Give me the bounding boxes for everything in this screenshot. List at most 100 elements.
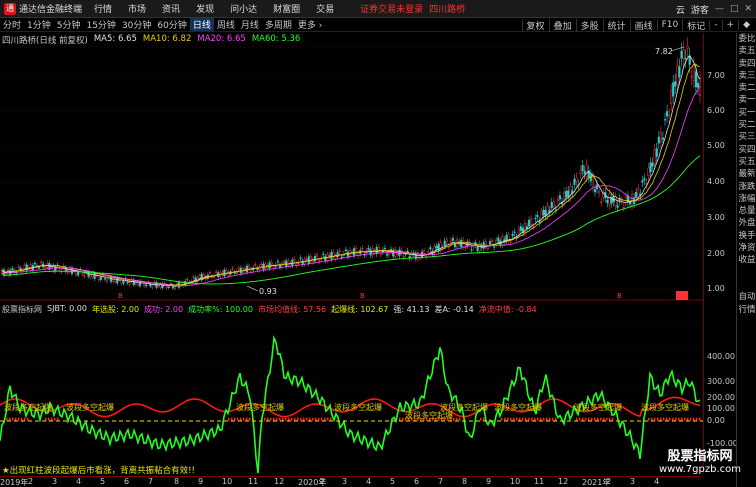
buy4-label: 买四 bbox=[738, 144, 756, 155]
candle-body bbox=[270, 261, 273, 265]
date-tick: 11 bbox=[248, 477, 259, 486]
candle-body bbox=[138, 280, 142, 287]
b-marker: B bbox=[360, 292, 365, 300]
signal-bar bbox=[555, 417, 557, 421]
candle-body bbox=[245, 265, 249, 273]
quote-label[interactable]: 行情 bbox=[737, 304, 756, 316]
signal-bar bbox=[609, 417, 611, 421]
candle-body bbox=[291, 259, 294, 266]
candle-body bbox=[674, 81, 677, 87]
signal-labels: 波段多空起爆 波段多空起爆 波段多空起爆 波段多空起爆 波段多空起爆 波段多空起爆 波段多空… bbox=[4, 402, 689, 420]
candle-body bbox=[338, 250, 341, 253]
candle-body bbox=[114, 277, 117, 283]
close-button[interactable]: ✕ bbox=[744, 4, 752, 14]
signal-bar bbox=[12, 417, 14, 421]
signal-bar bbox=[510, 417, 512, 421]
signal-bar bbox=[240, 417, 242, 421]
candle-body bbox=[655, 148, 658, 157]
ind-legend-6: 起爆线: 102.67 bbox=[331, 305, 389, 314]
signal-bar bbox=[690, 417, 692, 421]
signal-bar bbox=[399, 417, 401, 421]
signal-label: 波段多空起爆 bbox=[574, 402, 622, 412]
candle-body bbox=[198, 275, 201, 279]
ind-tick: 400.00 bbox=[707, 352, 735, 361]
signal-bar bbox=[276, 417, 278, 421]
candle-body bbox=[278, 264, 282, 268]
signal-bar bbox=[528, 417, 530, 421]
candle-body bbox=[122, 281, 125, 284]
candle-body bbox=[676, 65, 679, 85]
signal-bar bbox=[480, 417, 482, 421]
candle-body bbox=[396, 253, 399, 255]
candle-body bbox=[696, 82, 699, 88]
date-tick: 9 bbox=[486, 477, 492, 486]
signal-bar bbox=[45, 417, 47, 421]
watermark: 股票指标网 www.7gpzb.com bbox=[650, 450, 750, 475]
candle-body bbox=[186, 279, 189, 281]
candle-body bbox=[233, 272, 236, 274]
date-tick: 7 bbox=[148, 477, 154, 486]
candle-body bbox=[528, 219, 531, 227]
kline-chart[interactable]: 7.82 0.93 B B B 波段多空起爆 波段多空起爆 波段多空起爆 波段多空起爆… bbox=[0, 0, 703, 476]
candle-body bbox=[668, 115, 671, 117]
date-tick: 8 bbox=[174, 477, 180, 486]
ind-tick: 300.00 bbox=[707, 377, 735, 386]
date-tick: 10 bbox=[222, 477, 233, 486]
candle-body bbox=[556, 199, 559, 201]
candle-body bbox=[581, 164, 584, 171]
candle-body bbox=[353, 248, 356, 256]
weibi-label[interactable]: 委比 bbox=[737, 33, 756, 45]
date-tick: 2019年 bbox=[0, 478, 29, 487]
candle-body bbox=[143, 283, 146, 287]
candle-body bbox=[666, 111, 669, 117]
signal-bar bbox=[18, 417, 20, 421]
candle-body bbox=[231, 268, 234, 270]
signal-bar bbox=[318, 417, 320, 421]
candle-body bbox=[394, 249, 397, 257]
candle-body bbox=[488, 241, 492, 245]
price-tick: 4.00 bbox=[707, 177, 725, 186]
price-tick: 7.00 bbox=[707, 71, 725, 80]
signal-label: 波段多空起爆 bbox=[236, 402, 284, 412]
candle-body bbox=[511, 233, 514, 236]
date-tick: 7 bbox=[438, 477, 444, 486]
sell3-label: 卖三 bbox=[738, 70, 756, 81]
candle-body bbox=[192, 276, 195, 278]
signal-label: 波段多空起爆 bbox=[66, 402, 114, 412]
candle-body bbox=[173, 285, 177, 290]
candle-body bbox=[120, 280, 123, 284]
candle-body bbox=[476, 246, 479, 251]
signal-bar bbox=[681, 417, 683, 421]
signal-bar bbox=[6, 417, 8, 421]
auto-label[interactable]: 自动 bbox=[737, 291, 756, 303]
candle-body bbox=[299, 257, 302, 259]
candle-body bbox=[513, 231, 516, 233]
ind-legend-5: 市场均值线: 57.56 bbox=[257, 305, 327, 314]
indicator-legend: 股票指标网 SJBT: 0.00 年选股: 2.00 成功: 2.00 成功率%… bbox=[2, 304, 537, 316]
zoom-in-button[interactable]: + bbox=[721, 20, 739, 30]
change-pct-label: 涨幅 bbox=[738, 193, 756, 204]
date-tick: 10 bbox=[510, 477, 521, 486]
maximize-button[interactable]: □ bbox=[730, 4, 739, 14]
signal-label: 波段多空起爆 bbox=[4, 402, 52, 412]
candle-body bbox=[167, 286, 170, 288]
signal-bar bbox=[549, 417, 551, 421]
signal-bar bbox=[48, 417, 50, 421]
zoom-out-button[interactable]: - bbox=[709, 20, 721, 30]
candle-body bbox=[624, 196, 627, 203]
candle-body bbox=[40, 261, 43, 263]
b-marker: B bbox=[617, 292, 622, 300]
signal-bar bbox=[57, 417, 59, 421]
candle-body bbox=[558, 195, 562, 200]
candle-body bbox=[254, 264, 257, 266]
diamond-icon[interactable]: ◆ bbox=[738, 20, 754, 30]
minimize-button[interactable]: — bbox=[715, 4, 724, 14]
candle-body bbox=[530, 218, 533, 225]
candle-body bbox=[443, 240, 446, 246]
candle-body bbox=[81, 273, 84, 275]
candle-body bbox=[649, 162, 652, 173]
signal-bar bbox=[24, 417, 26, 421]
candle-body bbox=[77, 271, 80, 276]
signal-bar bbox=[312, 417, 314, 421]
candle-body bbox=[565, 191, 568, 198]
